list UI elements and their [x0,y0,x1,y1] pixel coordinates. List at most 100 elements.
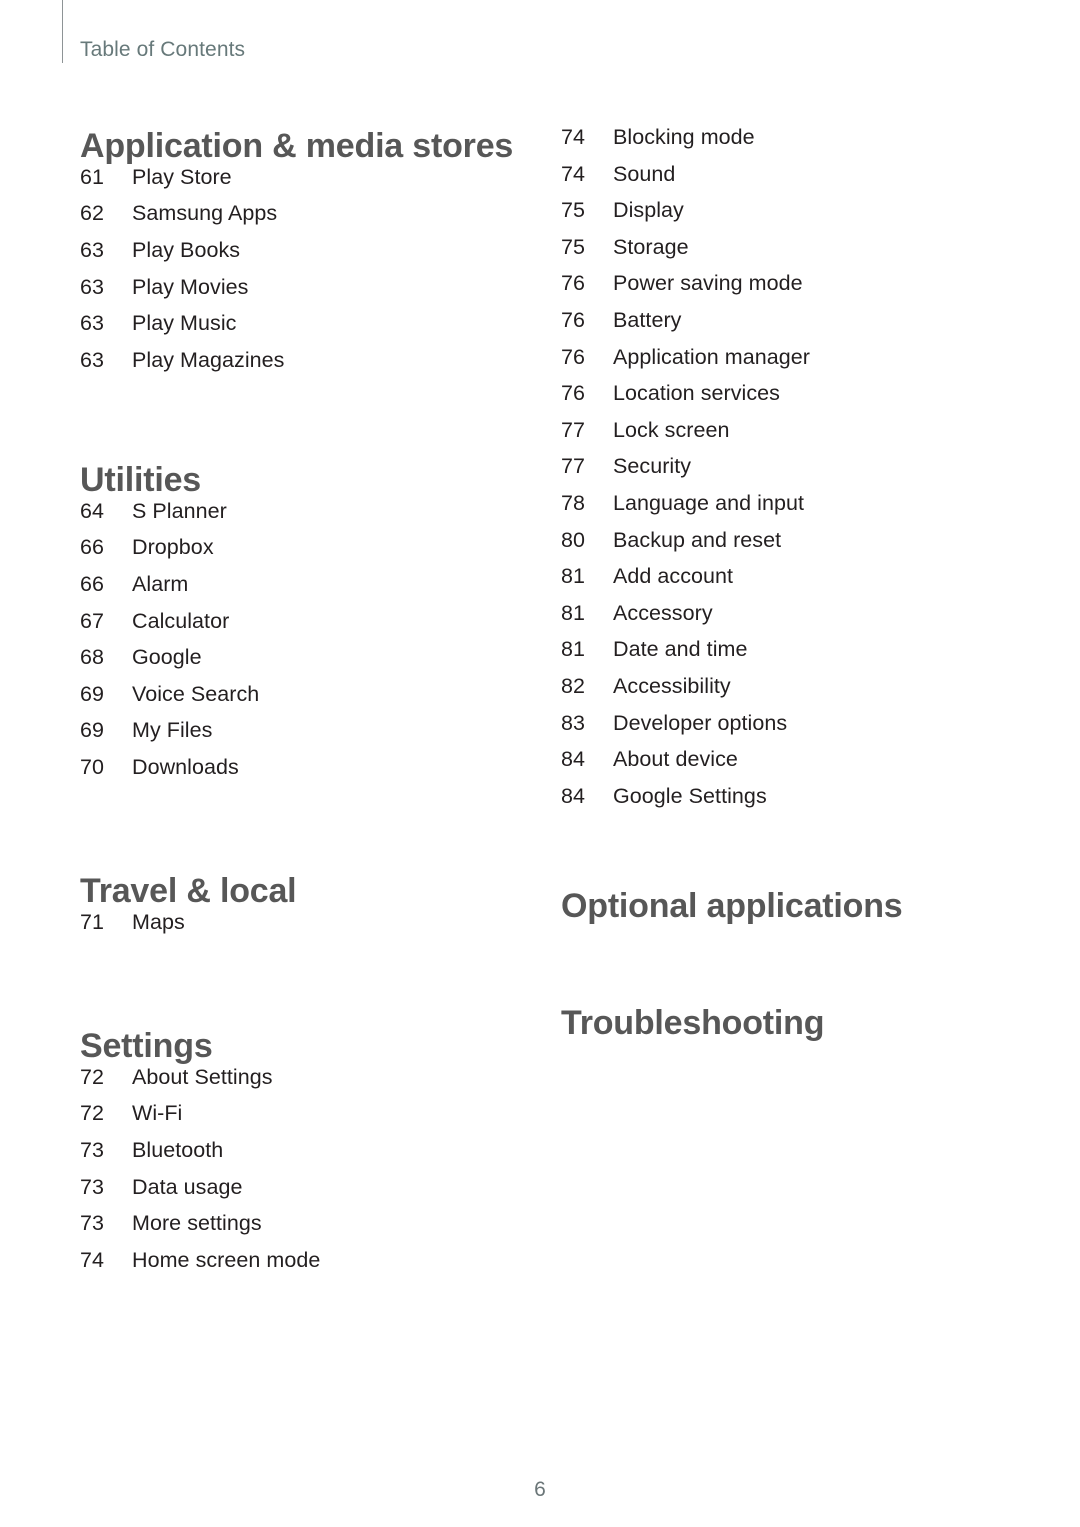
toc-entry-bluetooth[interactable]: 73 Bluetooth [80,1138,540,1175]
toc-list-utilities: 64 S Planner 66 Dropbox 66 Alarm 67 Calculator 6… [80,499,540,792]
toc-entry-label: Sound [613,161,676,186]
toc-entry-accessibility[interactable]: 82 Accessibility [561,674,1021,711]
toc-entry-alarm[interactable]: 66 Alarm [80,572,540,609]
toc-entry-page-number: 73 [80,1174,105,1199]
toc-entry-label: Play Movies [132,274,249,299]
toc-entry-label: Backup and reset [613,527,782,552]
toc-entry-label: Security [613,454,692,479]
toc-entry-about-settings[interactable]: 72 About Settings [80,1065,540,1102]
toc-entry-label: Display [613,198,684,223]
section-heading-application-media-stores: Application & media stores [80,127,514,165]
toc-section-untitled: 74 Blocking mode 74 Sound 75 Display 75 Storage… [561,125,1021,820]
toc-page: Table of Contents Application & media st… [0,0,1080,1527]
toc-entry-page-number: 62 [80,201,105,226]
toc-entry-language-and-input[interactable]: 78 Language and input [561,491,1021,528]
toc-entry-page-number: 81 [561,564,586,589]
toc-entry-developer-options[interactable]: 83 Developer options [561,711,1021,748]
toc-entry-sound[interactable]: 74 Sound [561,162,1021,199]
toc-entry-label: Dropbox [132,535,214,560]
toc-entry-page-number: 69 [80,681,105,706]
toc-list-untitled: 74 Blocking mode 74 Sound 75 Display 75 Storage… [561,125,1021,820]
toc-entry-page-number: 78 [561,490,586,515]
toc-entry-wi-fi[interactable]: 72 Wi-Fi [80,1101,540,1138]
toc-entry-label: Developer options [613,710,788,735]
toc-entry-google-settings[interactable]: 84 Google Settings [561,784,1021,821]
toc-entry-storage[interactable]: 75 Storage [561,235,1021,272]
section-heading-travel-local: Travel & local [80,872,297,910]
toc-entry-page-number: 81 [561,637,586,662]
toc-entry-label: About Settings [132,1064,273,1089]
toc-entry-page-number: 77 [561,454,586,479]
toc-entry-page-number: 72 [80,1064,105,1089]
toc-entry-calculator[interactable]: 67 Calculator [80,609,540,646]
toc-entry-blocking-mode[interactable]: 74 Blocking mode [561,125,1021,162]
toc-section-travel-local: Travel & local 71 Maps [80,873,540,946]
toc-entry-page-number: 76 [561,307,586,332]
toc-entry-page-number: 61 [80,164,105,189]
toc-entry-label: Lock screen [613,417,730,442]
toc-entry-location-services[interactable]: 76 Location services [561,381,1021,418]
toc-entry-page-number: 74 [561,161,586,186]
toc-entry-application-manager[interactable]: 76 Application manager [561,345,1021,382]
toc-entry-security[interactable]: 77 Security [561,454,1021,491]
toc-entry-home-screen-mode[interactable]: 74 Home screen mode [80,1248,540,1285]
toc-entry-label: Battery [613,307,682,332]
toc-entry-label: Maps [132,909,185,934]
toc-entry-about-device[interactable]: 84 About device [561,747,1021,784]
toc-entry-label: My Files [132,718,213,743]
toc-entry-lock-screen[interactable]: 77 Lock screen [561,418,1021,455]
toc-entry-label: Play Store [132,164,232,189]
toc-entry-label: Language and input [613,490,804,515]
toc-entry-page-number: 75 [561,198,586,223]
toc-entry-my-files[interactable]: 69 My Files [80,718,540,755]
toc-entry-s-planner[interactable]: 64 S Planner [80,499,540,536]
toc-entry-label: Downloads [132,754,239,779]
toc-entry-label: Play Books [132,237,241,262]
toc-entry-power-saving-mode[interactable]: 76 Power saving mode [561,271,1021,308]
toc-entry-voice-search[interactable]: 69 Voice Search [80,682,540,719]
toc-entry-label: Power saving mode [613,271,803,296]
toc-entry-page-number: 63 [80,274,105,299]
toc-entry-google[interactable]: 68 Google [80,645,540,682]
toc-entry-page-number: 63 [80,237,105,262]
toc-entry-downloads[interactable]: 70 Downloads [80,755,540,792]
toc-entry-label: Wi-Fi [132,1101,183,1126]
toc-entry-page-number: 80 [561,527,586,552]
toc-entry-accessory[interactable]: 81 Accessory [561,601,1021,638]
toc-entry-page-number: 73 [80,1137,105,1162]
toc-entry-page-number: 74 [80,1247,105,1272]
toc-entry-play-books[interactable]: 63 Play Books [80,238,540,275]
toc-entry-play-music[interactable]: 63 Play Music [80,311,540,348]
toc-entry-battery[interactable]: 76 Battery [561,308,1021,345]
toc-entry-label: Add account [613,564,734,589]
toc-entry-page-number: 76 [561,381,586,406]
toc-entry-date-and-time[interactable]: 81 Date and time [561,637,1021,674]
toc-entry-label: Samsung Apps [132,201,278,226]
toc-entry-more-settings[interactable]: 73 More settings [80,1211,540,1248]
toc-entry-page-number: 75 [561,234,586,259]
toc-entry-backup-and-reset[interactable]: 80 Backup and reset [561,528,1021,565]
toc-entry-dropbox[interactable]: 66 Dropbox [80,535,540,572]
toc-entry-data-usage[interactable]: 73 Data usage [80,1175,540,1212]
toc-entry-label: Application manager [613,344,810,369]
toc-entry-page-number: 69 [80,718,105,743]
toc-entry-play-movies[interactable]: 63 Play Movies [80,275,540,312]
toc-entry-label: Calculator [132,608,230,633]
toc-entry-page-number: 70 [80,754,105,779]
toc-entry-label: Home screen mode [132,1247,321,1272]
toc-entry-samsung-apps[interactable]: 62 Samsung Apps [80,201,540,238]
toc-entry-add-account[interactable]: 81 Add account [561,564,1021,601]
section-heading-optional-applications: Optional applications [561,887,903,925]
toc-entry-page-number: 77 [561,417,586,442]
toc-entry-play-store[interactable]: 61 Play Store [80,165,540,202]
toc-entry-label: Location services [613,381,780,406]
toc-entry-maps[interactable]: 71 Maps [80,910,540,947]
toc-entry-play-magazines[interactable]: 63 Play Magazines [80,348,540,385]
toc-entry-display[interactable]: 75 Display [561,198,1021,235]
toc-entry-page-number: 66 [80,535,105,560]
toc-entry-page-number: 67 [80,608,105,633]
toc-section-settings: Settings 72 About Settings 72 Wi-Fi 73 Bluetoo… [80,1028,540,1284]
section-heading-troubleshooting: Troubleshooting [561,1004,825,1042]
section-heading-settings: Settings [80,1027,213,1065]
toc-entry-label: Alarm [132,571,189,596]
